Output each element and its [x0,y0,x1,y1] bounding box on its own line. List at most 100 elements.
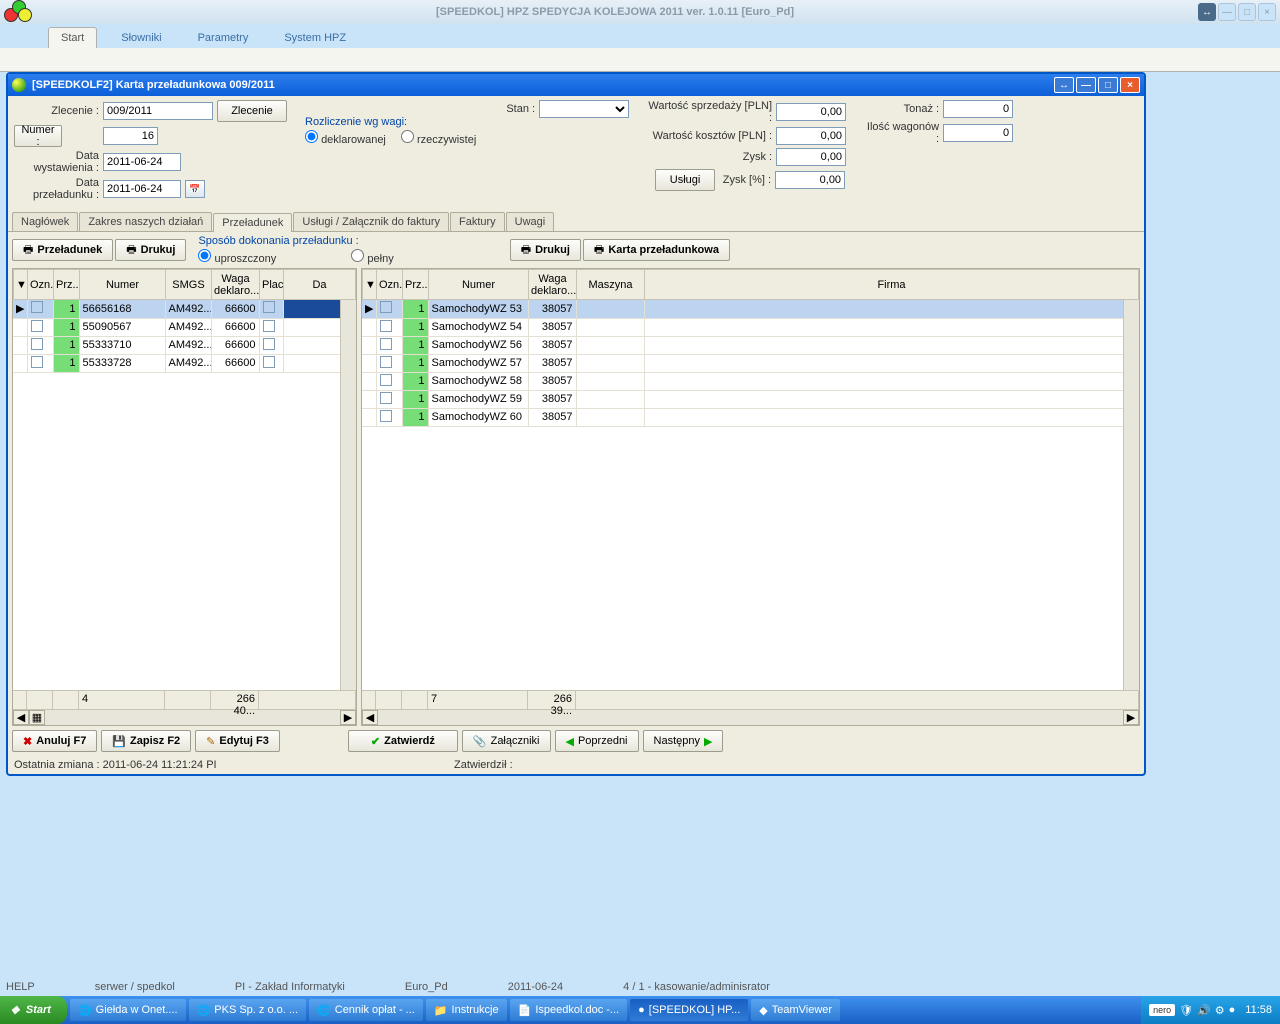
btn-zatwierdz[interactable]: ✔Zatwierdź [348,730,458,752]
tab-zakres[interactable]: Zakres naszych działań [79,212,212,231]
col-smgs[interactable]: SMGS [166,270,212,300]
table-row[interactable]: 1SamochodyWZ 6038057 [362,408,1139,426]
app-close-button[interactable]: × [1258,3,1276,21]
taskbar-item[interactable]: ◆TeamViewer [751,999,840,1021]
left-vscroll[interactable] [340,300,356,690]
right-grid[interactable]: ▼ Ozn. Prz... Numer Waga deklaro... Masz… [361,268,1140,726]
mdi-maximize-button[interactable]: □ [1098,77,1118,93]
radio-rzeczywistej[interactable]: rzeczywistej [401,134,476,146]
taskbar-item[interactable]: 🌐Cennik opłat - ... [309,999,423,1021]
tray-icon[interactable]: 🛡 [1179,1004,1193,1017]
col-waga-r[interactable]: Waga deklaro... [529,270,577,300]
printer-icon [594,241,604,260]
taskbar-item[interactable]: 📁Instrukcje [426,999,507,1021]
table-row[interactable]: 1SamochodyWZ 5838057 [362,372,1139,390]
taskbar-item[interactable]: 🌐Giełda w Onet.... [70,999,186,1021]
val-zysk [776,148,846,166]
taskbar-item[interactable]: 📄Ispeedkol.doc -... [510,999,627,1021]
right-count: 7 [428,691,528,709]
col-waga[interactable]: Waga deklaro... [212,270,260,300]
table-row[interactable]: 155333728AM492...66600 [13,354,356,372]
mdi-close-button[interactable]: × [1120,77,1140,93]
col-maszyna-r[interactable]: Maszyna [577,270,645,300]
status-date: 2011-06-24 [508,981,563,993]
btn-poprzedni[interactable]: Poprzedni [555,730,639,752]
left-count: 4 [79,691,165,709]
btn-karta[interactable]: Karta przeładunkowa [583,239,730,261]
table-row[interactable]: 155333710AM492...66600 [13,336,356,354]
table-row[interactable]: ▶1SamochodyWZ 5338057 [362,300,1139,318]
calendar-icon[interactable]: 📅 [185,180,205,198]
start-button[interactable]: ❖Start [0,996,67,1024]
col-prz[interactable]: Prz... [54,270,80,300]
tray-icon[interactable]: ● [1229,1004,1236,1016]
btn-przeladunek[interactable]: Przeładunek [12,239,113,261]
left-hscroll[interactable]: ◀▦▶ [13,709,356,725]
table-row[interactable]: 155090567AM492...66600 [13,318,356,336]
table-row[interactable]: 1SamochodyWZ 5738057 [362,354,1139,372]
tab-uwagi[interactable]: Uwagi [506,212,555,231]
col-expand[interactable]: ▼ [14,270,28,300]
input-numer[interactable] [103,127,158,145]
btn-drukuj-right[interactable]: Drukuj [510,239,581,261]
col-numer-r[interactable]: Numer [429,270,529,300]
col-ozn[interactable]: Ozn. [28,270,54,300]
radio-uproszczony[interactable]: uproszczony [198,253,276,265]
lbl-wart-koszt: Wartość kosztów [PLN] : [647,130,772,142]
tab-faktury[interactable]: Faktury [450,212,505,231]
table-row[interactable]: 1SamochodyWZ 5638057 [362,336,1139,354]
ribbon-tab-start[interactable]: Start [48,27,97,48]
col-da[interactable]: Da [284,270,356,300]
col-numer[interactable]: Numer [80,270,166,300]
tray-clock[interactable]: 11:58 [1245,1004,1272,1016]
col-ozn-r[interactable]: Ozn. [377,270,403,300]
tray-icon[interactable]: 🔊 [1197,1004,1211,1017]
btn-nastepny[interactable]: Następny [643,730,724,752]
col-firma-r[interactable]: Firma [645,270,1139,300]
tab-uslugi[interactable]: Usługi / Załącznik do faktury [293,212,449,231]
minimize-button[interactable]: — [1218,3,1236,21]
taskbar-item[interactable]: ●[SPEEDKOL] HP... [630,999,748,1021]
right-vscroll[interactable] [1123,300,1139,690]
table-row[interactable]: 1SamochodyWZ 5438057 [362,318,1139,336]
ribbon-tab-parametry[interactable]: Parametry [186,28,261,48]
taskbar-item[interactable]: 🌐PKS Sp. z o.o. ... [189,999,306,1021]
radio-pelny[interactable]: pełny [351,253,393,265]
system-tray[interactable]: nero 🛡 🔊 ⚙ ● 11:58 [1141,996,1280,1024]
ribbon-tab-slowniki[interactable]: Słowniki [109,28,173,48]
tray-nero[interactable]: nero [1149,1004,1175,1016]
mdi-minimize-button[interactable]: — [1076,77,1096,93]
left-grid[interactable]: ▼ Ozn. Prz... Numer SMGS Waga deklaro...… [12,268,357,726]
right-hscroll[interactable]: ◀▶ [362,709,1139,725]
btn-drukuj-left[interactable]: Drukuj [115,239,186,261]
save-icon: 💾 [112,735,126,748]
mdi-swap-button[interactable]: ↔ [1054,77,1074,93]
cancel-icon: ✖ [23,735,32,748]
col-plac[interactable]: Plac [260,270,284,300]
ribbon-tab-system[interactable]: System HPZ [272,28,358,48]
status-server: serwer / spedkol [95,981,175,993]
status-ostatnia: Ostatnia zmiana : 2011-06-24 11:21:24 PI [14,759,454,771]
btn-zlecenie[interactable]: Zlecenie [217,100,287,122]
btn-anuluj[interactable]: ✖Anuluj F7 [12,730,97,752]
btn-uslugi[interactable]: Usługi [655,169,715,191]
col-expand-r[interactable]: ▼ [363,270,377,300]
table-row[interactable]: 1SamochodyWZ 5938057 [362,390,1139,408]
select-stan[interactable] [539,100,629,118]
input-zlecenie[interactable] [103,102,213,120]
col-prz-r[interactable]: Prz... [403,270,429,300]
radio-deklarowanej[interactable]: deklarowanej [305,134,386,146]
maximize-button[interactable]: □ [1238,3,1256,21]
btn-edytuj[interactable]: ✎Edytuj F3 [195,730,280,752]
tray-icon[interactable]: ⚙ [1215,1004,1225,1017]
table-row[interactable]: ▶156656168AM492...66600 [13,300,356,318]
input-data-wyst[interactable] [103,153,181,171]
input-data-przel[interactable] [103,180,181,198]
btn-numer[interactable]: Numer : [14,125,62,147]
tab-przeladunek[interactable]: Przeładunek [213,213,292,232]
lbl-stan: Stan : [506,103,535,115]
btn-zapisz[interactable]: 💾Zapisz F2 [101,730,191,752]
btn-zalaczniki[interactable]: 📎Załączniki [462,730,551,752]
tab-naglowek[interactable]: Nagłówek [12,212,78,231]
swap-button[interactable]: ↔ [1198,3,1216,21]
